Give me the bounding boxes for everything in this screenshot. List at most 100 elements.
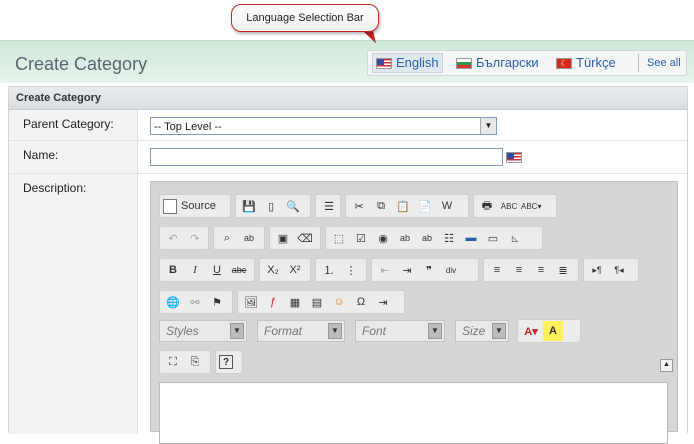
align-left-icon[interactable]: ≡ [487,260,507,280]
link-icon[interactable]: 🌐 [163,292,183,312]
rich-text-editor: Source 💾 ▯ 🔍 ☰ ✂ ⧉ 📋 📄 W 🖶 ABC ABC▾ ↶ ↷ … [150,181,678,444]
textarea-icon[interactable]: ab [417,228,437,248]
horizontal-rule-icon[interactable]: ▤ [307,292,327,312]
div-icon[interactable]: div [441,260,461,280]
toolbar-group-spell: 🖶 ABC ABC▾ [473,194,557,218]
indent-icon[interactable]: ⇥ [397,260,417,280]
underline-icon[interactable]: U [207,260,227,280]
new-page-icon[interactable]: ▯ [261,196,281,216]
hidden-field-icon[interactable]: ◺ [505,228,525,248]
toolbar-group-source: Source [159,194,231,218]
toolbar-group-find: ⌕ ab [213,226,265,250]
source-button[interactable]: Source [163,196,216,216]
textfield-icon[interactable]: ab [395,228,415,248]
source-icon [163,198,177,214]
redo-icon[interactable]: ↷ [185,228,205,248]
chevron-down-icon: ▼ [328,323,342,339]
numbered-list-icon[interactable]: ⒈ [319,260,339,280]
special-char-icon[interactable]: Ω [351,292,371,312]
align-center-icon[interactable]: ≡ [509,260,529,280]
paste-text-icon[interactable]: 📄 [415,196,435,216]
about-icon[interactable]: ? [219,355,233,369]
chevron-down-icon: ▼ [492,323,506,339]
us-flag-icon [376,57,392,69]
subscript-icon[interactable]: X₂ [263,260,283,280]
checkbox-icon[interactable]: ☑ [351,228,371,248]
select-field-icon[interactable]: ☷ [439,228,459,248]
templates-icon[interactable]: ☰ [319,196,339,216]
unlink-icon[interactable]: ⚯ [185,292,205,312]
save-icon[interactable]: 💾 [239,196,259,216]
justify-icon[interactable]: ≣ [553,260,573,280]
editor-content-area[interactable] [159,382,668,444]
name-label: Name: [23,148,59,162]
spellcheck-icon[interactable]: ABC [499,196,519,216]
anchor-icon[interactable]: ⚑ [207,292,227,312]
toolbar-group-tools: ⛶ ⎘ [159,350,211,374]
bg-color-icon[interactable]: A [543,321,563,341]
italic-icon[interactable]: I [185,260,205,280]
toolbar-group-undo: ↶ ↷ [159,226,209,250]
lang-label: English [396,55,439,70]
rtl-icon[interactable]: ¶◂ [609,260,629,280]
description-label: Description: [23,181,87,195]
parent-category-label: Parent Category: [23,117,114,131]
lang-turkish[interactable]: ☾ Türkçe [556,54,616,72]
lang-english[interactable]: English [372,53,443,73]
parent-category-select[interactable]: -- Top Level -- ▼ [150,117,497,135]
format-combo[interactable]: Format ▼ [257,320,345,342]
superscript-icon[interactable]: X² [285,260,305,280]
see-all-link[interactable]: See all [638,54,681,72]
smiley-icon[interactable]: ☺ [329,292,349,312]
text-color-icon[interactable]: A▾ [521,321,541,341]
undo-icon[interactable]: ↶ [163,228,183,248]
tr-flag-icon: ☾ [556,57,572,69]
scayt-icon[interactable]: ABC▾ [521,196,541,216]
outdent-icon[interactable]: ⇤ [375,260,395,280]
toolbar-group-forms: ⬚ ☑ ◉ ab ab ☷ ▬ ▭ ◺ [325,226,543,250]
font-combo[interactable]: Font ▼ [355,320,445,342]
bold-icon[interactable]: B [163,260,183,280]
language-selection-bar: English Български ☾ Türkçe See all [367,50,687,76]
image-icon[interactable]: 🖼 [241,292,261,312]
toolbar-group-colors: A▾ A [517,319,581,343]
copy-icon[interactable]: ⧉ [371,196,391,216]
cut-icon[interactable]: ✂ [349,196,369,216]
toolbar-group-align: ≡ ≡ ≡ ≣ [483,258,579,282]
button-icon[interactable]: ▬ [461,228,481,248]
blockquote-icon[interactable]: ❞ [419,260,439,280]
find-icon[interactable]: ⌕ [217,228,237,248]
name-input[interactable] [150,148,503,166]
flash-icon[interactable]: ƒ [263,292,283,312]
paste-icon[interactable]: 📋 [393,196,413,216]
maximize-icon[interactable]: ⛶ [163,352,183,372]
form-icon[interactable]: ⬚ [329,228,349,248]
lang-bulgarian[interactable]: Български [456,54,539,72]
toolbar-group-about: ? [215,350,243,374]
lang-label: Български [476,55,539,70]
remove-format-icon[interactable]: ⌫ [295,228,315,248]
table-icon[interactable]: ▦ [285,292,305,312]
toolbar-group-direction: ▸¶ ¶◂ [583,258,639,282]
bulleted-list-icon[interactable]: ⋮ [341,260,361,280]
styles-combo[interactable]: Styles ▼ [159,320,247,342]
toolbar-group-document: 💾 ▯ 🔍 [235,194,311,218]
paste-word-icon[interactable]: W [437,196,457,216]
ltr-icon[interactable]: ▸¶ [587,260,607,280]
page-title: Create Category [15,54,148,74]
align-right-icon[interactable]: ≡ [531,260,551,280]
page-break-icon[interactable]: ⇥ [373,292,393,312]
toolbar-group-clipboard: ✂ ⧉ 📋 📄 W [345,194,469,218]
radio-icon[interactable]: ◉ [373,228,393,248]
strike-icon[interactable]: abc [229,260,249,280]
toolbar-group-indent: ⇤ ⇥ ❞ div [371,258,479,282]
size-combo[interactable]: Size ▼ [455,320,509,342]
preview-icon[interactable]: 🔍 [283,196,303,216]
image-button-icon[interactable]: ▭ [483,228,503,248]
show-blocks-icon[interactable]: ⎘ [185,352,205,372]
print-icon[interactable]: 🖶 [477,196,497,216]
toolbar-group-insert: 🖼 ƒ ▦ ▤ ☺ Ω ⇥ [237,290,405,314]
collapse-toolbar-button[interactable]: ▲ [660,359,673,372]
select-all-icon[interactable]: ▣ [273,228,293,248]
replace-icon[interactable]: ab [239,228,259,248]
